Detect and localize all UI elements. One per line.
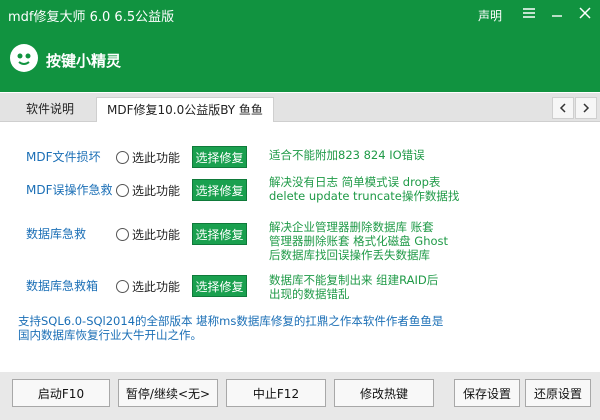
logo-icon <box>10 44 38 72</box>
tab-prev-icon[interactable] <box>552 97 574 119</box>
desc-line: 解决没有日志 简单模式误 drop表 <box>269 175 441 189</box>
desc-line: 数据库不能复制出来 组建RAID后 <box>269 273 439 287</box>
radio-label: 选此功能 <box>132 280 181 294</box>
start-button[interactable]: 启动F10 <box>12 379 110 407</box>
radio-misoperation[interactable]: 选此功能 <box>116 182 180 199</box>
declare-link[interactable]: 声明 <box>478 7 502 24</box>
desc-line: 出现的数据错乱 <box>269 287 350 301</box>
radio-circle[interactable] <box>116 280 129 293</box>
fix-button-database-rescue[interactable]: 选择修复 <box>192 223 247 245</box>
radio-mdf-damaged[interactable]: 选此功能 <box>116 149 180 166</box>
row-label-misoperation: MDF误操作急救 <box>26 183 113 197</box>
row-desc-mdf-damaged: 适合不能附加823 824 IO错误 <box>269 148 425 162</box>
fix-button-mdf-damaged[interactable]: 选择修复 <box>192 146 247 168</box>
fix-button-misoperation[interactable]: 选择修复 <box>192 179 247 201</box>
edit-hotkey-button[interactable]: 修改热键 <box>334 379 434 407</box>
row-label-database-rescue: 数据库急救 <box>26 227 87 241</box>
pause-resume-button[interactable]: 暂停/继续<无> <box>118 379 218 407</box>
desc-line: 后数据库找回误操作丢失数据库 <box>269 248 430 262</box>
radio-circle[interactable] <box>116 184 129 197</box>
radio-rescue-kit[interactable]: 选此功能 <box>116 278 180 295</box>
radio-circle[interactable] <box>116 151 129 164</box>
minimize-icon[interactable] <box>544 2 570 24</box>
radio-database-rescue[interactable]: 选此功能 <box>116 226 180 243</box>
radio-label: 选此功能 <box>132 184 181 198</box>
menu-icon[interactable] <box>516 2 542 24</box>
tab-bar: 软件说明 MDF修复10.0公益版BY 鱼鱼 <box>0 93 600 122</box>
desc-line: 适合不能附加823 824 IO错误 <box>269 148 425 162</box>
save-settings-button[interactable]: 保存设置 <box>454 379 520 407</box>
restore-settings-button[interactable]: 还原设置 <box>525 379 591 407</box>
desc-line: 解决企业管理器删除数据库 账套 <box>269 220 434 234</box>
support-line: 支持SQL6.0-SQl2014的全部版本 堪称ms数据库修复的扛鼎之作本软件作… <box>18 314 444 328</box>
close-icon[interactable] <box>572 2 598 24</box>
radio-label: 选此功能 <box>132 151 181 165</box>
row-desc-rescue-kit: 数据库不能复制出来 组建RAID后 出现的数据错乱 <box>269 273 438 301</box>
row-label-rescue-kit: 数据库急救箱 <box>26 279 99 293</box>
stop-button[interactable]: 中止F12 <box>226 379 326 407</box>
radio-label: 选此功能 <box>132 228 181 242</box>
support-note: 支持SQL6.0-SQl2014的全部版本 堪称ms数据库修复的扛鼎之作本软件作… <box>18 314 443 342</box>
window-title: mdf修复大师 6.0 6.5公益版 <box>8 10 175 25</box>
desc-line: delete update truncate操作数据找 <box>269 189 460 203</box>
brand-name: 按键小精灵 <box>46 52 122 70</box>
title-bar: mdf修复大师 6.0 6.5公益版 声明 按键小精灵 <box>0 0 600 92</box>
support-line: 国内数据库恢复行业大牛开山之作。 <box>18 328 202 342</box>
desc-line: 管理器删除账套 格式化磁盘 Ghost <box>269 234 449 248</box>
tab-next-icon[interactable] <box>575 97 597 119</box>
row-desc-database-rescue: 解决企业管理器删除数据库 账套 管理器删除账套 格式化磁盘 Ghost 后数据库… <box>269 220 448 262</box>
row-label-mdf-damaged: MDF文件损坏 <box>26 150 101 164</box>
row-desc-misoperation: 解决没有日志 简单模式误 drop表 delete update truncat… <box>269 175 459 203</box>
fix-button-rescue-kit[interactable]: 选择修复 <box>192 275 247 297</box>
tab-mdf-repair[interactable]: MDF修复10.0公益版BY 鱼鱼 <box>96 97 274 122</box>
radio-circle[interactable] <box>116 228 129 241</box>
tab-software-info[interactable]: 软件说明 <box>26 97 74 121</box>
